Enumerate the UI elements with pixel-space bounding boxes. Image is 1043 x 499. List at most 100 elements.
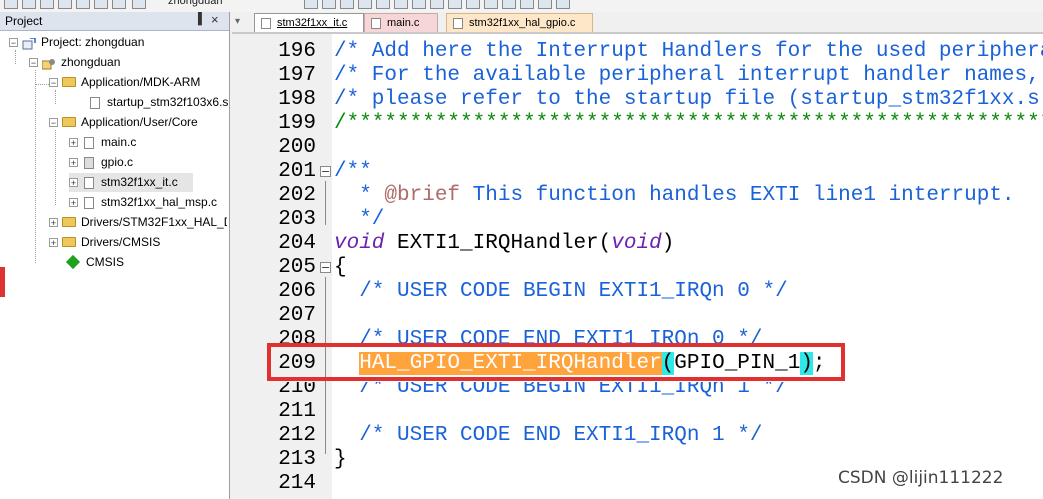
file-label: stm32f1xx_it.c: [101, 175, 178, 189]
toolbar-button-icon[interactable]: [76, 0, 90, 9]
toolbar-button-icon[interactable]: [520, 0, 534, 9]
line-number: 204: [278, 232, 316, 255]
code-editor[interactable]: 196 /* Add here the Interrupt Handlers f…: [232, 34, 1043, 499]
file-label: main.c: [101, 135, 137, 149]
line-number: 197: [278, 64, 316, 87]
scrollbar-marker: [0, 267, 5, 297]
code-line: 199 /***********************************…: [232, 112, 1043, 136]
file-label: startup_stm32f103x6.s: [107, 95, 229, 109]
group-label: Application/MDK-ARM: [81, 75, 201, 89]
code-text: * @brief This function handles EXTI line…: [334, 184, 1015, 207]
tree-group-application-user-core[interactable]: − Application/User/Core: [49, 113, 198, 132]
tab-scroll-arrow-icon[interactable]: ▾: [235, 16, 240, 27]
expand-icon[interactable]: +: [69, 158, 78, 168]
expand-icon[interactable]: +: [49, 238, 58, 248]
toolbar-button-icon[interactable]: [22, 0, 36, 9]
line-number: 212: [278, 424, 316, 447]
code-line: 202 * @brief This function handles EXTI …: [232, 184, 1043, 208]
expand-icon[interactable]: +: [69, 138, 78, 148]
target-combo[interactable]: zhongduan: [168, 0, 222, 7]
tab-label: main.c: [387, 17, 420, 29]
tree-file-startup[interactable]: startup_stm32f103x6.s: [88, 93, 228, 112]
collapse-icon[interactable]: −: [9, 38, 18, 48]
tab-stm32f1xx-it[interactable]: stm32f1xx_it.c: [254, 13, 364, 32]
tree-group-drivers-hal[interactable]: + Drivers/STM32F1xx_HAL_D: [49, 213, 227, 232]
collapse-icon[interactable]: −: [29, 58, 38, 68]
toolbar-button-icon[interactable]: [358, 0, 372, 9]
toolbar-button-icon[interactable]: [484, 0, 498, 9]
toolbar-button-icon[interactable]: [94, 0, 108, 9]
toolbar-button-icon[interactable]: [112, 0, 126, 9]
tree-group-application-mdk-arm[interactable]: − Application/MDK-ARM: [49, 73, 200, 92]
code-line: 206 /* USER CODE BEGIN EXTI1_IRQn 0 */: [232, 280, 1043, 304]
file-label: stm32f1xx_hal_msp.c: [101, 195, 218, 209]
file-icon: [453, 18, 463, 29]
toolbar-button-icon[interactable]: [340, 0, 354, 9]
code-text: /***************************************…: [334, 112, 1043, 135]
collapse-icon[interactable]: −: [49, 118, 58, 128]
line-number: 207: [278, 304, 316, 327]
toolbar-button-icon[interactable]: [538, 0, 552, 9]
collapse-icon[interactable]: −: [49, 78, 58, 88]
file-icon: [84, 136, 94, 149]
project-label: Project: zhongduan: [41, 35, 145, 49]
toolbar-button-icon[interactable]: [412, 0, 426, 9]
toolbar-button-icon[interactable]: [394, 0, 408, 9]
tree-item-project[interactable]: − Project: zhongduan: [9, 33, 144, 52]
line-number: 208: [278, 328, 316, 344]
tree-item-target[interactable]: − zhongduan: [29, 53, 120, 72]
panel-title: Project: [5, 14, 43, 28]
toolbar-button-icon[interactable]: [502, 0, 516, 9]
tree-file-main[interactable]: + main.c: [69, 133, 136, 152]
project-icon: [22, 37, 36, 50]
line-number: 203: [278, 208, 316, 231]
watermark: CSDN @lijin111222: [838, 468, 1004, 488]
toolbar-button-icon[interactable]: [322, 0, 336, 9]
fold-collapse-icon[interactable]: −: [320, 166, 331, 177]
pin-icon[interactable]: ▐: [194, 13, 202, 25]
code-line: 210 /* USER CODE BEGIN EXTI1_IRQn 1 */: [232, 382, 1043, 400]
code-line: 197 /* For the available peripheral inte…: [232, 64, 1043, 88]
toolbar-button-icon[interactable]: [132, 0, 146, 9]
code-text: void EXTI1_IRQHandler(void): [334, 232, 675, 255]
folder-icon: [62, 216, 76, 227]
close-icon[interactable]: ×: [211, 12, 219, 27]
tree-group-drivers-cmsis[interactable]: + Drivers/CMSIS: [49, 233, 160, 252]
line-number: 213: [278, 448, 316, 471]
tree-file-gpio[interactable]: + gpio.c: [69, 153, 133, 172]
file-icon: [90, 96, 100, 109]
code-line: 211: [232, 400, 1043, 424]
expand-icon[interactable]: +: [69, 178, 78, 188]
toolbar-button-icon[interactable]: [40, 0, 54, 9]
expand-icon[interactable]: +: [69, 198, 78, 208]
line-number: 210: [278, 382, 316, 399]
tab-hal-gpio[interactable]: stm32f1xx_hal_gpio.c: [446, 13, 593, 32]
fold-collapse-icon[interactable]: −: [320, 262, 331, 273]
line-number: 200: [278, 136, 316, 159]
expand-icon[interactable]: +: [49, 218, 58, 228]
tree-file-hal-msp[interactable]: + stm32f1xx_hal_msp.c: [69, 193, 217, 212]
line-number: 199: [278, 112, 316, 135]
toolbar-button-icon[interactable]: [58, 0, 72, 9]
code-line: 203 */: [232, 208, 1043, 232]
folder-icon: [62, 236, 76, 247]
code-text: {: [334, 256, 347, 279]
toolbar-button-icon[interactable]: [4, 0, 18, 9]
tab-main[interactable]: main.c: [364, 13, 438, 32]
code-text: /* USER CODE BEGIN EXTI1_IRQn 1 */: [334, 382, 788, 399]
tree-item-cmsis[interactable]: CMSIS: [65, 253, 124, 272]
tree-file-stm32f1xx-it[interactable]: + stm32f1xx_it.c: [69, 173, 193, 192]
component-icon: [65, 254, 81, 269]
file-icon: [371, 18, 381, 29]
project-panel: Project ▐ × − Project: zhongduan − zhongdu…: [0, 12, 230, 499]
toolbar-button-icon[interactable]: [376, 0, 390, 9]
toolbar-button-icon[interactable]: [466, 0, 480, 9]
code-text: */: [334, 208, 385, 231]
toolbar-button-icon[interactable]: [304, 0, 318, 9]
toolbar-button-icon[interactable]: [430, 0, 444, 9]
toolbar-button-icon[interactable]: [448, 0, 462, 9]
code-text: /* For the available peripheral interrup…: [334, 64, 1040, 87]
code-line: 207: [232, 304, 1043, 328]
panel-header: Project ▐ ×: [0, 12, 229, 31]
toolbar-button-icon[interactable]: [556, 0, 570, 9]
